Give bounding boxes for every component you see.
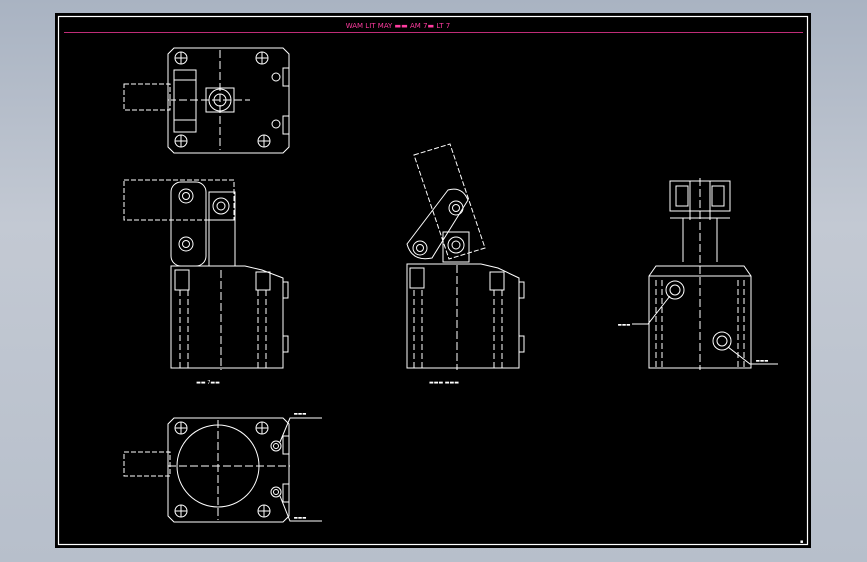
cad-viewport[interactable]: WAM LIT MAY ▬▬ AM 7▬ LT 7 ▬▬ 7▬▬ ▬▬▬ ▬▬▬…	[0, 0, 867, 562]
view-label-open: ▬▬▬ ▬▬▬	[429, 380, 459, 386]
drawing-title: WAM LIT MAY ▬▬ AM 7▬ LT 7	[346, 22, 451, 30]
view-label-front: ▬▬ 7▬▬	[196, 380, 220, 386]
port-label-top: ▬▬▬	[294, 412, 307, 417]
port-label-right: ▬▬▬	[756, 359, 769, 364]
port-label-left: ▬▬▬	[618, 323, 631, 328]
port-label-bottom: ▬▬▬	[294, 516, 307, 521]
drawing-sheet: WAM LIT MAY ▬▬ AM 7▬ LT 7 ▬▬ 7▬▬ ▬▬▬ ▬▬▬…	[55, 13, 811, 548]
sheet-mark: ▪	[800, 539, 803, 545]
